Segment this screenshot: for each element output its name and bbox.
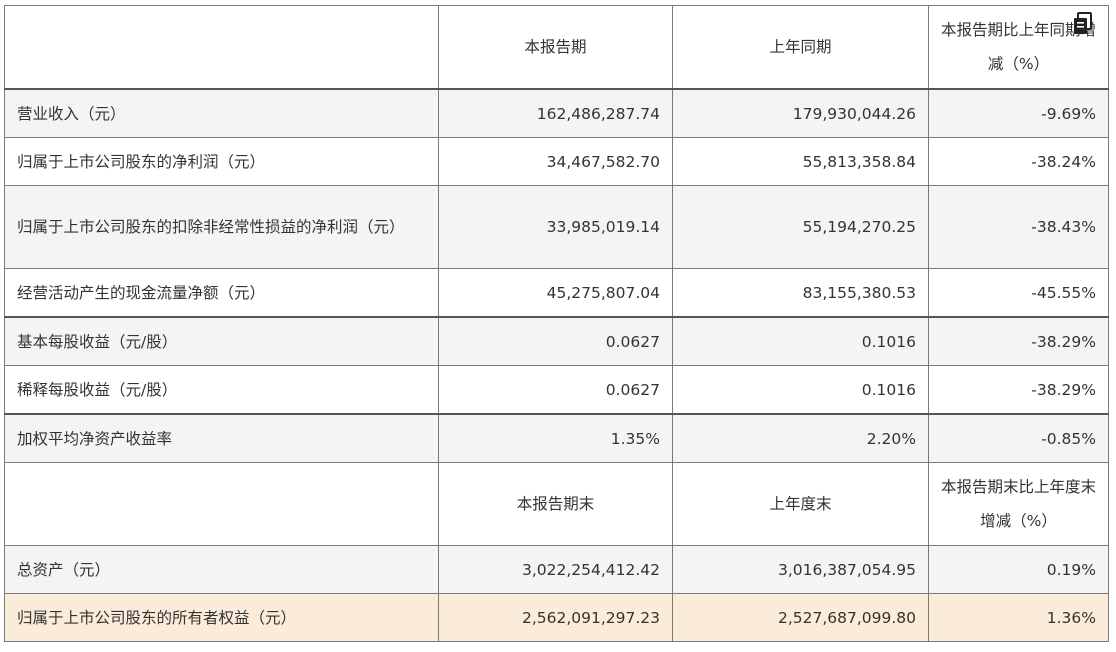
- table-row: 营业收入（元） 162,486,287.74 179,930,044.26 -9…: [4, 88, 1109, 138]
- cell-prior: 3,016,387,054.95: [672, 545, 929, 594]
- row-label: 基本每股收益（元/股）: [4, 316, 439, 366]
- cell-current: 45,275,807.04: [438, 268, 673, 318]
- table-row: 基本每股收益（元/股） 0.0627 0.1016 -38.29%: [4, 316, 1109, 366]
- header-cell-current-period: 本报告期: [438, 5, 673, 90]
- subheader-cell-change-percent: 本报告期末比上年度末增减（%）: [928, 462, 1109, 546]
- copy-icon[interactable]: [1072, 12, 1094, 36]
- row-label: 归属于上市公司股东的扣除非经常性损益的净利润（元）: [4, 185, 439, 269]
- header-cell-blank: [4, 5, 439, 90]
- cell-prior: 55,813,358.84: [672, 137, 929, 186]
- table-row: 总资产（元） 3,022,254,412.42 3,016,387,054.95…: [4, 545, 1109, 594]
- subheader-cell-blank: [4, 462, 439, 546]
- cell-change: -38.29%: [928, 316, 1109, 366]
- cell-current: 0.0627: [438, 316, 673, 366]
- table-row: 经营活动产生的现金流量净额（元） 45,275,807.04 83,155,38…: [4, 268, 1109, 318]
- row-label: 营业收入（元）: [4, 88, 439, 138]
- cell-prior: 179,930,044.26: [672, 88, 929, 138]
- cell-current: 162,486,287.74: [438, 88, 673, 138]
- table-row: 归属于上市公司股东的净利润（元） 34,467,582.70 55,813,35…: [4, 137, 1109, 186]
- cell-change: -0.85%: [928, 413, 1109, 463]
- cell-prior: 2,527,687,099.80: [672, 593, 929, 642]
- table-row: 加权平均净资产收益率 1.35% 2.20% -0.85%: [4, 413, 1109, 463]
- cell-prior: 2.20%: [672, 413, 929, 463]
- table-row: 稀释每股收益（元/股） 0.0627 0.1016 -38.29%: [4, 365, 1109, 415]
- cell-change: -45.55%: [928, 268, 1109, 318]
- cell-change: -38.29%: [928, 365, 1109, 415]
- cell-change: -38.43%: [928, 185, 1109, 269]
- row-label: 加权平均净资产收益率: [4, 413, 439, 463]
- table-subheader-row: 本报告期末 上年度末 本报告期末比上年度末增减（%）: [4, 462, 1109, 546]
- cell-current: 2,562,091,297.23: [438, 593, 673, 642]
- cell-current: 3,022,254,412.42: [438, 545, 673, 594]
- cell-prior: 0.1016: [672, 316, 929, 366]
- cell-change: -38.24%: [928, 137, 1109, 186]
- financial-summary-table: 本报告期 上年同期 本报告期比上年同期增减（%） 营业收入（元） 162,486…: [4, 5, 1109, 642]
- cell-current: 33,985,019.14: [438, 185, 673, 269]
- row-label: 总资产（元）: [4, 545, 439, 594]
- cell-change: 0.19%: [928, 545, 1109, 594]
- financial-summary-table-wrap: 本报告期 上年同期 本报告期比上年同期增减（%） 营业收入（元） 162,486…: [4, 5, 1109, 642]
- table-row: 归属于上市公司股东的扣除非经常性损益的净利润（元） 33,985,019.14 …: [4, 185, 1109, 269]
- row-label: 归属于上市公司股东的净利润（元）: [4, 137, 439, 186]
- cell-prior: 55,194,270.25: [672, 185, 929, 269]
- cell-current: 34,467,582.70: [438, 137, 673, 186]
- cell-change: 1.36%: [928, 593, 1109, 642]
- cell-change: -9.69%: [928, 88, 1109, 138]
- header-cell-prior-period: 上年同期: [672, 5, 929, 90]
- table-header-row: 本报告期 上年同期 本报告期比上年同期增减（%）: [4, 5, 1109, 90]
- cell-prior: 0.1016: [672, 365, 929, 415]
- cell-current: 0.0627: [438, 365, 673, 415]
- cell-current: 1.35%: [438, 413, 673, 463]
- table-row-highlighted: 归属于上市公司股东的所有者权益（元） 2,562,091,297.23 2,52…: [4, 593, 1109, 642]
- subheader-cell-period-end: 本报告期末: [438, 462, 673, 546]
- row-label: 经营活动产生的现金流量净额（元）: [4, 268, 439, 318]
- subheader-cell-prior-year-end: 上年度末: [672, 462, 929, 546]
- row-label: 稀释每股收益（元/股）: [4, 365, 439, 415]
- row-label: 归属于上市公司股东的所有者权益（元）: [4, 593, 439, 642]
- cell-prior: 83,155,380.53: [672, 268, 929, 318]
